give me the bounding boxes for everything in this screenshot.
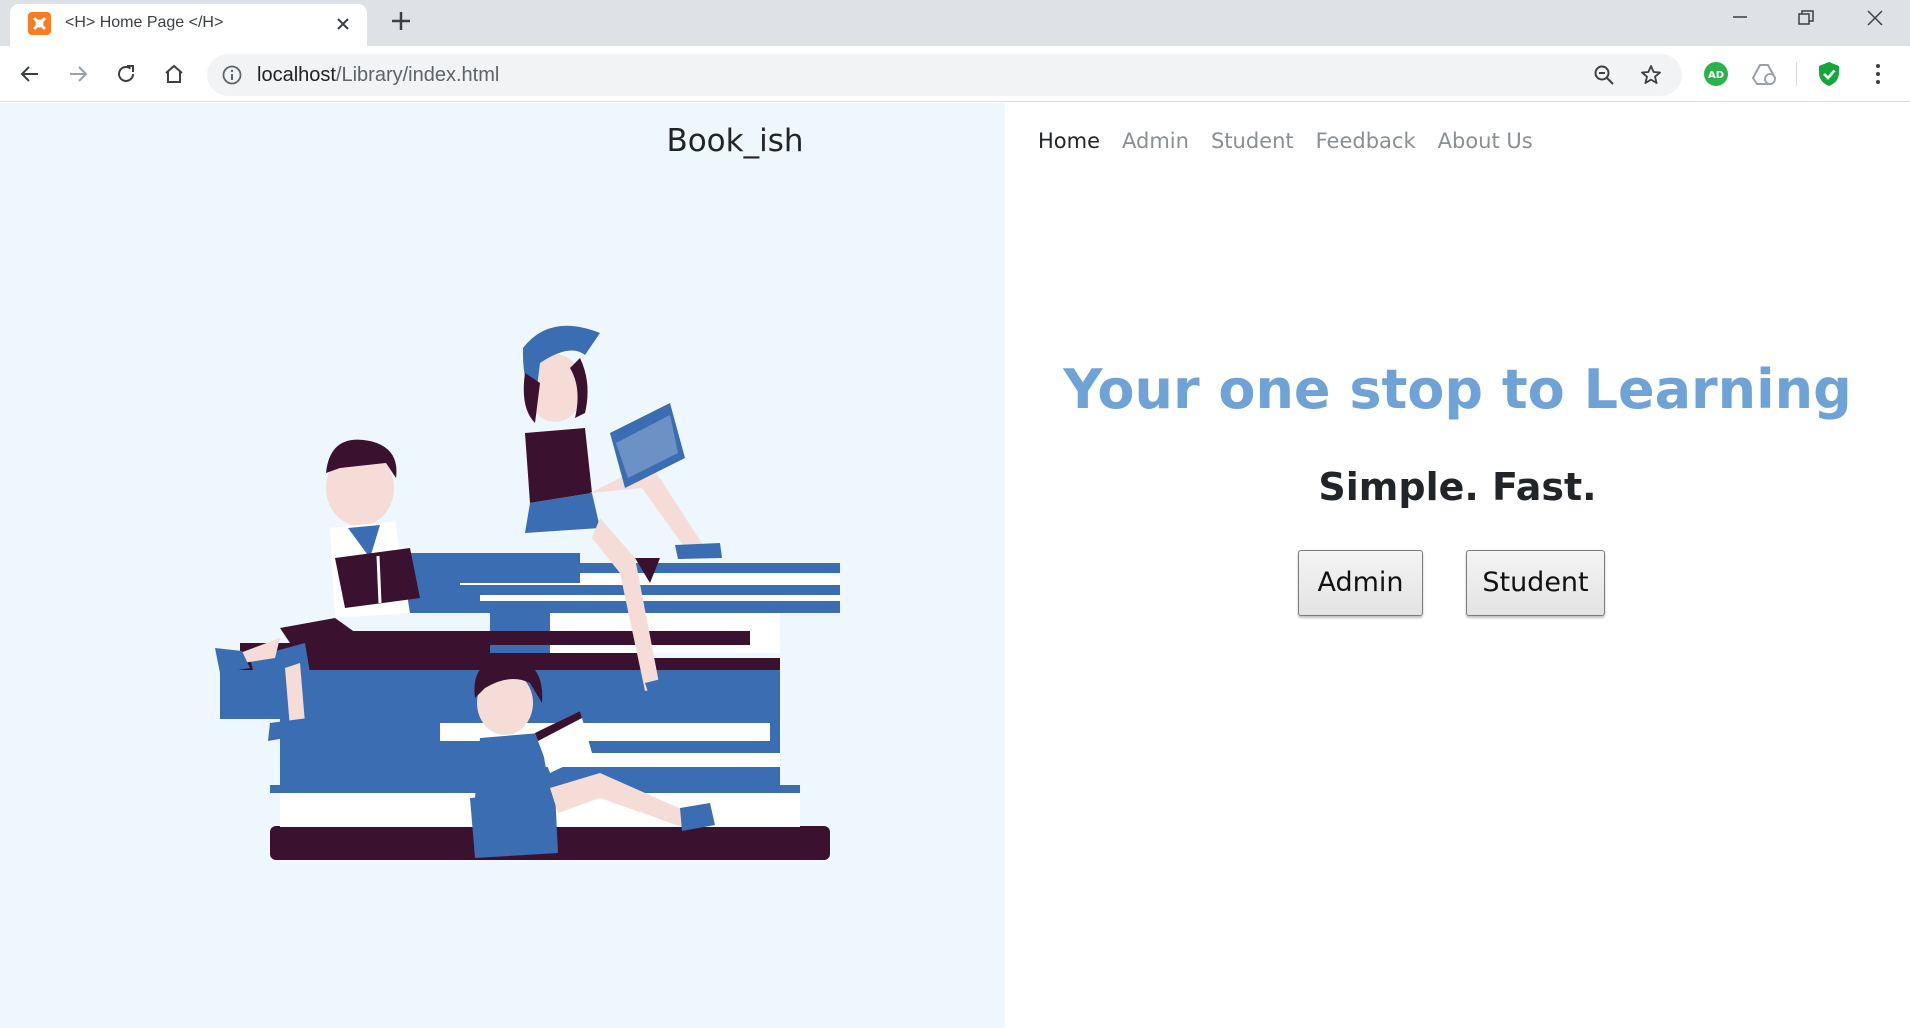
nav-about-us[interactable]: About Us — [1427, 129, 1544, 153]
admin-button[interactable]: Admin — [1298, 550, 1423, 616]
browser-tab[interactable]: <H> Home Page </H> — [10, 4, 367, 46]
tab-close-icon[interactable] — [332, 13, 354, 35]
minimize-icon[interactable] — [1710, 0, 1770, 34]
drive-sync-icon[interactable] — [1750, 60, 1778, 88]
extension-separator — [1796, 62, 1797, 86]
bookmark-star-icon[interactable] — [1639, 63, 1663, 87]
hero-title: Your one stop to Learning — [1063, 358, 1852, 421]
svg-text:AD: AD — [1708, 70, 1724, 81]
address-bar[interactable]: localhost/Library/index.html — [207, 54, 1682, 96]
nav-student[interactable]: Student — [1200, 129, 1305, 153]
url-text[interactable]: localhost/Library/index.html — [257, 64, 499, 87]
shield-check-icon[interactable] — [1815, 60, 1843, 88]
student-button[interactable]: Student — [1466, 550, 1605, 616]
nav-admin[interactable]: Admin — [1111, 129, 1200, 153]
page-content: Book_ish Home Admin Student Feedback Abo… — [0, 103, 1910, 1028]
url-host: localhost — [257, 64, 336, 86]
adguard-icon[interactable]: AD — [1702, 60, 1730, 88]
tab-strip: <H> Home Page </H> — [0, 0, 1910, 46]
nav-feedback[interactable]: Feedback — [1305, 129, 1427, 153]
reload-icon[interactable] — [112, 60, 140, 88]
home-icon[interactable] — [160, 60, 188, 88]
close-window-icon[interactable] — [1845, 0, 1905, 34]
students-reading-illustration — [215, 325, 840, 860]
tab-title: <H> Home Page </H> — [65, 14, 224, 31]
site-info-icon[interactable] — [221, 64, 243, 86]
restore-icon[interactable] — [1776, 0, 1836, 34]
browser-toolbar: localhost/Library/index.html AD — [0, 46, 1910, 102]
back-icon[interactable] — [16, 60, 44, 88]
left-pane — [0, 103, 1005, 1028]
new-tab-icon[interactable] — [388, 8, 414, 34]
nav-home[interactable]: Home — [1038, 129, 1111, 153]
forward-icon[interactable] — [64, 60, 92, 88]
top-nav: Home Admin Student Feedback About Us — [1038, 129, 1544, 153]
url-path: /Library/index.html — [335, 64, 500, 86]
zoom-out-icon[interactable] — [1592, 63, 1616, 87]
menu-kebab-icon[interactable] — [1864, 60, 1892, 88]
hero-subtitle: Simple. Fast. — [1318, 465, 1597, 509]
xampp-favicon-icon — [28, 12, 51, 35]
